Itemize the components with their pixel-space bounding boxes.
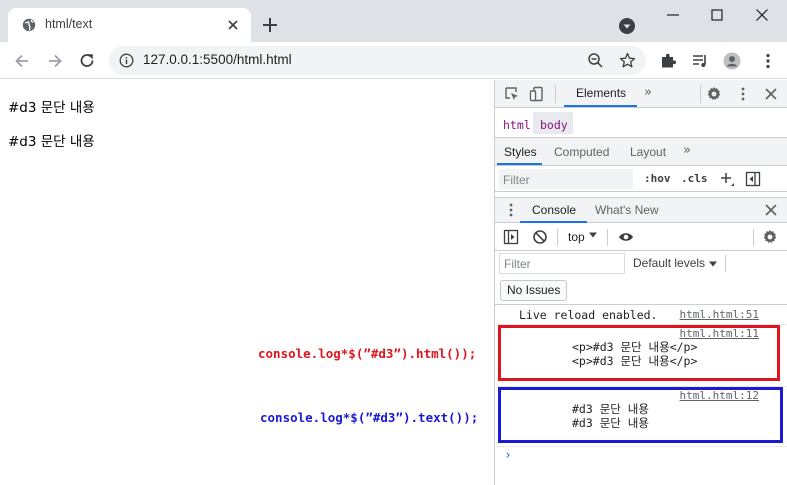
annotation-html-call: console.log*$(”#d3”).html()); (258, 346, 477, 361)
issues-button[interactable]: No Issues (500, 280, 568, 301)
console-filter-bar: Filter Default levels (495, 251, 787, 277)
close-icon[interactable] (225, 17, 241, 33)
menu-icon[interactable] (759, 52, 777, 70)
url-text: 127.0.0.1:5500/html.html (143, 52, 292, 67)
context-selector[interactable]: top (568, 230, 585, 244)
tab-elements[interactable]: Elements (576, 86, 626, 100)
breadcrumb-html[interactable]: html (503, 118, 531, 132)
extensions-icon[interactable] (659, 52, 677, 70)
kebab-menu-icon[interactable] (503, 202, 519, 218)
console-message: Live reload enabled. html.html:51 (495, 305, 787, 325)
gear-icon[interactable] (762, 229, 778, 245)
tab-layout[interactable]: Layout (630, 145, 666, 159)
filter-placeholder: Filter (503, 173, 530, 187)
toolbar-divider (753, 229, 754, 246)
page-viewport: #d3 문단 내용 #d3 문단 내용 console.log*$(”#d3”)… (0, 80, 494, 485)
tab-computed[interactable]: Computed (554, 145, 609, 159)
close-icon[interactable] (763, 86, 779, 102)
highlight-box-html (498, 325, 780, 381)
log-text: Live reload enabled. (519, 308, 658, 322)
issues-bar: No Issues (495, 277, 787, 305)
plus-icon[interactable] (262, 17, 278, 33)
tab-console[interactable]: Console (532, 203, 576, 217)
devtools-panel: Elements » html body Styles Computed Lay… (494, 80, 787, 485)
console-filter-input[interactable]: Filter (499, 253, 625, 274)
more-tabs-icon[interactable]: » (683, 143, 691, 158)
minimize-icon[interactable] (666, 8, 680, 22)
console-prompt[interactable]: › (504, 448, 512, 463)
hov-toggle[interactable]: :hov (644, 172, 671, 185)
log-levels-dropdown[interactable]: Default levels (633, 256, 705, 270)
block-icon[interactable] (532, 229, 548, 245)
inspect-icon[interactable] (504, 86, 520, 102)
kebab-menu-icon[interactable] (735, 86, 751, 102)
tab-search-icon[interactable] (618, 17, 636, 35)
reload-icon[interactable] (78, 52, 96, 70)
devtools-main-toolbar: Elements » (495, 80, 787, 108)
gear-icon[interactable] (706, 86, 722, 102)
cls-toggle[interactable]: .cls (681, 172, 708, 185)
plus-icon[interactable] (719, 171, 735, 187)
dom-breadcrumbs: html body (495, 108, 787, 138)
eye-icon[interactable] (618, 229, 634, 245)
paragraph-d3: #d3 문단 내용 (8, 100, 95, 116)
active-tab-indicator (497, 163, 542, 165)
filter-placeholder: Filter (504, 257, 531, 271)
globe-icon (22, 18, 36, 32)
maximize-icon[interactable] (710, 8, 724, 22)
browser-tab[interactable]: html/text (8, 8, 251, 42)
chevron-down-icon (589, 232, 597, 238)
toolbar-divider (557, 229, 558, 246)
chevron-down-icon (709, 261, 717, 267)
info-icon[interactable] (119, 53, 134, 68)
drawer-tabbar: Console What's New (495, 198, 787, 223)
paragraph-d3: #d3 문단 내용 (8, 134, 95, 150)
styles-filter-bar: Filter :hov .cls (495, 166, 787, 192)
toolbar-divider (700, 85, 701, 103)
browser-toolbar: 127.0.0.1:5500/html.html (0, 42, 787, 79)
tab-styles[interactable]: Styles (504, 145, 537, 159)
close-icon[interactable] (763, 202, 779, 218)
tab-whats-new[interactable]: What's New (595, 203, 659, 217)
sidebar-icon[interactable] (745, 171, 761, 187)
console-toolbar: top (495, 223, 787, 251)
toolbar-divider (607, 229, 608, 246)
annotation-text-call: console.log*$(”#d3”).text()); (260, 410, 479, 425)
address-bar[interactable]: 127.0.0.1:5500/html.html (109, 46, 646, 75)
highlight-box-text (498, 387, 783, 443)
toolbar-divider (725, 255, 726, 272)
styles-filter-input[interactable]: Filter (499, 169, 633, 189)
star-icon[interactable] (619, 52, 636, 69)
close-icon[interactable] (755, 8, 769, 22)
media-icon[interactable] (691, 52, 709, 70)
tab-strip: html/text (0, 0, 787, 42)
log-source-link[interactable]: html.html:51 (680, 308, 759, 321)
forward-icon[interactable] (46, 52, 64, 70)
styles-tabbar: Styles Computed Layout » (495, 138, 787, 166)
breadcrumb-body[interactable]: body (540, 118, 568, 132)
sidebar-toggle-icon[interactable] (503, 229, 519, 245)
toolbar-divider (555, 85, 556, 103)
more-tabs-icon[interactable]: » (644, 85, 652, 100)
profile-icon[interactable] (723, 52, 741, 70)
back-icon[interactable] (13, 52, 31, 70)
active-tab-indicator (564, 105, 637, 107)
zoom-icon[interactable] (587, 52, 604, 69)
tab-title: html/text (45, 17, 93, 31)
device-icon[interactable] (529, 86, 545, 102)
